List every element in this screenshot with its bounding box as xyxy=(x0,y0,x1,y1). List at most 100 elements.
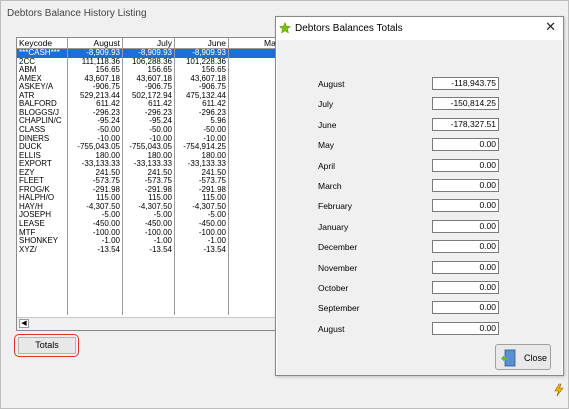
cell-july: 106,288.36 xyxy=(131,57,172,66)
cell-keycode: 2CC xyxy=(19,57,36,66)
cell-july: 241.50 xyxy=(147,168,172,177)
table-row[interactable]: DUCK -755,043.05 -755,043.05 -754,914.25 xyxy=(17,143,277,152)
total-value-field[interactable]: 0.00 xyxy=(432,301,499,315)
cell-june: 101,228.36 xyxy=(185,57,226,66)
total-label: April xyxy=(318,160,336,171)
total-label: August xyxy=(318,323,345,334)
column-divider xyxy=(67,38,68,315)
total-value-field[interactable]: -150,814.25 xyxy=(432,97,499,111)
table-row[interactable]: DINERS -10.00 -10.00 -10.00 xyxy=(17,135,277,144)
cell-july: -4,307.50 xyxy=(138,202,172,211)
table-row[interactable]: ELLIS 180.00 180.00 180.00 xyxy=(17,152,277,161)
table-row[interactable]: HALPH/O 115.00 115.00 115.00 xyxy=(17,194,277,203)
cell-june: -4,307.50 xyxy=(192,202,226,211)
table-row[interactable]: CLASS -50.00 -50.00 -50.00 xyxy=(17,126,277,135)
star-icon xyxy=(279,22,291,34)
total-value-field[interactable]: 0.00 xyxy=(432,158,499,172)
cell-june: 5.96 xyxy=(210,117,226,126)
cell-august: -4,307.50 xyxy=(86,202,120,211)
cell-june: -33,133.33 xyxy=(187,160,226,169)
table-row[interactable]: CHAPLIN/C -95.24 -95.24 5.96 xyxy=(17,117,277,126)
table-row[interactable]: EZY 241.50 241.50 241.50 xyxy=(17,169,277,178)
table-row[interactable]: MTF -100.00 -100.00 -100.00 xyxy=(17,229,277,238)
total-value-field[interactable]: 0.00 xyxy=(432,281,499,294)
total-label: July xyxy=(318,99,334,110)
total-value-field[interactable]: 0.00 xyxy=(432,179,499,192)
table-row[interactable]: EXPORT -33,133.33 -33,133.33 -33,133.33 xyxy=(17,160,277,169)
cell-june: 611.42 xyxy=(202,100,226,109)
table-row[interactable]: ***CASH*** -8,909.93 -8,909.93 -8,909.93 xyxy=(17,49,277,58)
cell-july: 156.65 xyxy=(147,66,172,75)
cell-keycode: HALPH/O xyxy=(19,194,55,203)
cell-june: 43,607.18 xyxy=(190,74,226,83)
cell-keycode: DINERS xyxy=(19,134,50,143)
total-label: June xyxy=(318,119,337,130)
cell-august: 241.50 xyxy=(95,168,120,177)
cell-june: 241.50 xyxy=(201,168,226,177)
cell-june: -1.00 xyxy=(207,237,226,246)
cell-july: -5.00 xyxy=(153,211,172,220)
cell-august: -10.00 xyxy=(97,134,120,143)
lightning-icon[interactable] xyxy=(552,383,566,397)
total-value-field[interactable]: 0.00 xyxy=(432,199,499,213)
table-row[interactable]: FLEET -573.75 -573.75 -573.75 xyxy=(17,177,277,186)
cell-keycode: ATR xyxy=(19,91,35,100)
close-button[interactable]: Close xyxy=(495,344,551,370)
table-row[interactable]: AMEX 43,607.18 43,607.18 43,607.18 xyxy=(17,75,277,84)
cell-july: -10.00 xyxy=(149,134,172,143)
total-label: October xyxy=(318,283,349,293)
exit-door-icon xyxy=(501,349,516,367)
scroll-left-icon[interactable]: ◀ xyxy=(19,319,29,328)
cell-june: -291.98 xyxy=(198,185,226,194)
table-row[interactable]: ASKEY/A -906.75 -906.75 -906.75 xyxy=(17,83,277,92)
cell-july: -50.00 xyxy=(149,125,172,134)
table-row[interactable]: XYZ/ -13.54 -13.54 -13.54 xyxy=(17,246,277,255)
total-value-field[interactable]: 0.00 xyxy=(432,219,499,233)
table-row[interactable]: BALFORD 611.42 611.42 611.42 xyxy=(17,100,277,109)
total-label: May xyxy=(318,140,335,151)
cell-july: -13.54 xyxy=(149,245,172,254)
total-value-field[interactable]: 0.00 xyxy=(432,321,499,335)
cell-june: 156.65 xyxy=(201,66,226,75)
cell-august: 180.00 xyxy=(95,151,120,160)
table-row[interactable]: HAY/H -4,307.50 -4,307.50 -4,307.50 xyxy=(17,203,277,212)
total-value-field[interactable]: 0.00 xyxy=(432,138,499,152)
cell-keycode: ELLIS xyxy=(19,151,41,160)
cell-august: -50.00 xyxy=(97,125,120,134)
cell-august: 115.00 xyxy=(96,194,120,203)
table-row[interactable]: LEASE -450.00 -450.00 -450.00 xyxy=(17,220,277,229)
cell-keycode: LEASE xyxy=(19,220,45,228)
table-row[interactable]: BLOGGS/J -296.23 -296.23 -296.23 xyxy=(17,109,277,118)
totals-button[interactable]: Totals xyxy=(18,337,76,354)
table-row[interactable]: ABM 156.65 156.65 156.65 xyxy=(17,66,277,75)
table-row[interactable]: JOSEPH -5.00 -5.00 -5.00 xyxy=(17,211,277,220)
close-icon[interactable]: ✕ xyxy=(545,20,556,34)
column-header-july[interactable]: July xyxy=(122,38,174,48)
total-value-field[interactable]: 0.00 xyxy=(432,240,499,254)
table-row[interactable]: 2CC 111,118.36 106,288.36 101,228.36 xyxy=(17,58,277,67)
table-row[interactable]: SHONKEY -1.00 -1.00 -1.00 xyxy=(17,237,277,246)
cell-july: -291.98 xyxy=(144,185,172,194)
cell-keycode: BALFORD xyxy=(19,100,57,109)
column-header-keycode[interactable]: Keycode xyxy=(17,38,67,48)
cell-keycode: EZY xyxy=(19,168,35,177)
cell-keycode: FLEET xyxy=(19,177,44,186)
total-value-field[interactable]: -178,327.51 xyxy=(432,117,499,131)
cell-june: -450.00 xyxy=(198,220,226,228)
total-value-field[interactable]: -118,943.75 xyxy=(432,77,499,90)
column-header-august[interactable]: August xyxy=(67,38,122,48)
cell-june: -573.75 xyxy=(198,177,226,186)
cell-august: -95.24 xyxy=(97,117,120,126)
cell-keycode: BLOGGS/J xyxy=(19,108,60,117)
table-row[interactable]: ATR 529,213.44 502,172.94 475,132.44 xyxy=(17,92,277,101)
cell-keycode: AMEX xyxy=(19,74,42,83)
cell-july: -1.00 xyxy=(153,237,172,246)
cell-july: -100.00 xyxy=(144,228,172,237)
cell-august: -33,133.33 xyxy=(81,160,120,169)
cell-june: -296.23 xyxy=(198,108,226,117)
cell-july: -95.24 xyxy=(149,117,172,126)
cell-june: -5.00 xyxy=(207,211,226,220)
total-value-field[interactable]: 0.00 xyxy=(432,260,499,274)
table-row[interactable]: FROG/K -291.98 -291.98 -291.98 xyxy=(17,186,277,195)
column-header-june[interactable]: June xyxy=(174,38,228,48)
